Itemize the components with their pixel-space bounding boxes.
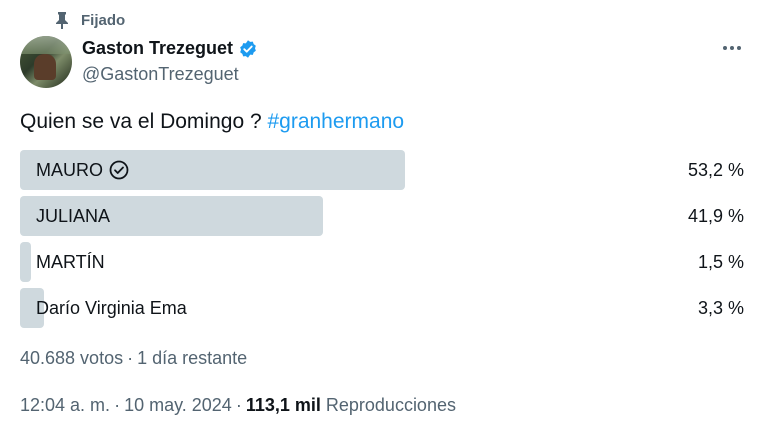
poll-option-text: MARTÍN [36, 252, 105, 272]
poll-votes: 40.688 votos [20, 348, 124, 368]
tweet-text: Quien se va el Domingo ? #granhermano [20, 110, 404, 134]
hashtag-link[interactable]: #granhermano [267, 110, 404, 133]
poll-option: MARTÍN 1,5 % [20, 242, 747, 282]
poll-option-percent: 53,2 % [687, 160, 744, 180]
tweet-date[interactable]: 10 may. 2024 [124, 395, 232, 415]
poll-remaining: 1 día restante [137, 348, 248, 368]
check-circle-icon [109, 160, 129, 180]
poll-option-percent: 3,3 % [697, 298, 744, 318]
poll-option: JULIANA 41,9 % [20, 196, 747, 236]
poll-option-label: MAURO [36, 150, 129, 190]
pinned-indicator: Fijado [55, 10, 125, 30]
more-options-icon[interactable] [716, 38, 748, 58]
author-display-name[interactable]: Gaston Trezeguet [82, 38, 233, 59]
poll-option-label: JULIANA [36, 196, 110, 236]
poll: MAURO 53,2 % JULIANA 41,9 % MARTÍN 1,5 %… [20, 150, 747, 334]
poll-option-text: JULIANA [36, 206, 111, 226]
views-count: 113,1 mil [245, 395, 321, 415]
poll-option: MAURO 53,2 % [20, 150, 747, 190]
poll-option-percent: 1,5 % [697, 252, 744, 272]
pin-icon [56, 12, 68, 29]
separator: · [114, 395, 121, 415]
author-handle[interactable]: @GastonTrezeguet [82, 64, 239, 85]
poll-option-text: Darío Virginia Ema [36, 298, 187, 318]
separator: · [127, 348, 134, 368]
poll-option-text: MAURO [36, 160, 103, 180]
verified-badge-icon [240, 39, 256, 58]
poll-option-label: MARTÍN [36, 242, 105, 282]
pinned-label: Fijado [81, 11, 126, 29]
author-name-row[interactable]: Gaston Trezeguet [82, 38, 258, 59]
poll-option-percent: 41,9 % [687, 206, 744, 226]
tweet-time[interactable]: 12:04 a. m. [20, 395, 110, 415]
views-label: Reproducciones [325, 395, 456, 415]
tweet-body: Quien se va el Domingo ? [20, 110, 268, 133]
poll-option-label: Darío Virginia Ema [36, 288, 187, 328]
poll-option-bar [20, 242, 31, 282]
separator: · [235, 395, 242, 415]
poll-meta: 40.688 votos · 1 día restante [20, 348, 247, 369]
poll-option: Darío Virginia Ema 3,3 % [20, 288, 747, 328]
tweet-timestamp-row: 12:04 a. m. · 10 may. 2024 · 113,1 mil Repro… [20, 395, 456, 416]
avatar[interactable] [20, 36, 72, 88]
